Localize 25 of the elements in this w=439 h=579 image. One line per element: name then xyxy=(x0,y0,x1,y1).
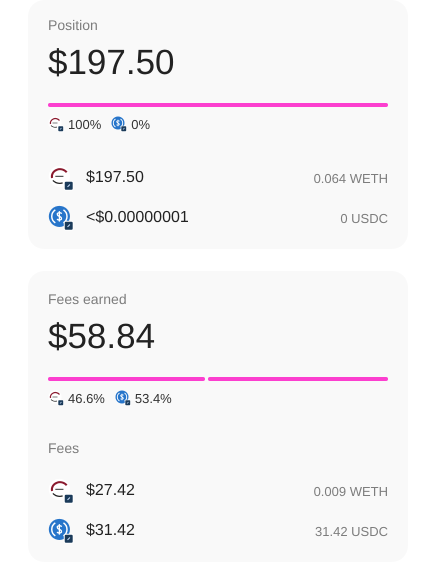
weth-token-icon xyxy=(48,116,64,132)
usdc-token-icon xyxy=(111,116,128,132)
usdc-token-icon xyxy=(48,205,74,231)
token-amount: 31.42 USDC xyxy=(315,524,388,538)
token-amount: 0.064 WETH xyxy=(314,170,388,186)
share-percent: 100% xyxy=(68,116,102,132)
usd-amount: $31.42 xyxy=(86,522,136,540)
total-value: $197.50 xyxy=(48,43,176,83)
token-amount: 0 USDC xyxy=(340,210,388,226)
usd-amount: $197.50 xyxy=(86,169,145,187)
usd-amount: $27.42 xyxy=(86,482,136,500)
share-percent: 46.6% xyxy=(68,390,105,406)
share-percent: 0% xyxy=(131,116,150,132)
weth-token-icon xyxy=(48,390,64,406)
weth-token-icon xyxy=(48,165,74,191)
usdc-token-icon xyxy=(114,390,131,406)
share-percent: 53.4% xyxy=(134,390,172,406)
card-label: Position xyxy=(48,17,99,33)
section-heading: Fees xyxy=(48,440,80,456)
usdc-token-icon xyxy=(48,518,74,544)
weth-token-icon xyxy=(48,478,74,504)
token-amount: 0.009 WETH xyxy=(314,484,388,498)
card-label: Fees earned xyxy=(48,291,128,307)
usd-amount: <$0.00000001 xyxy=(86,209,190,227)
total-value: $58.84 xyxy=(48,317,156,357)
